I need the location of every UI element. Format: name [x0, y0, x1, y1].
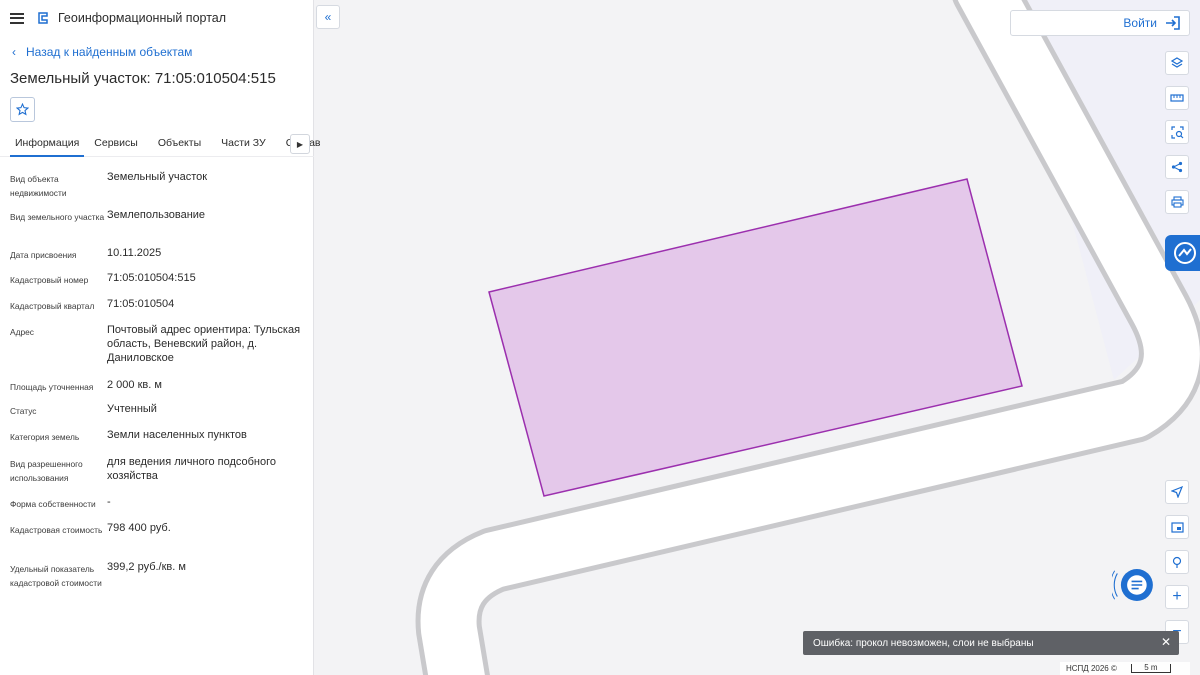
topbar: Геоинформационный портал: [0, 0, 313, 36]
share-icon: [1171, 161, 1183, 173]
property-value: Земли населенных пунктов: [107, 429, 247, 441]
printer-icon: [1170, 196, 1184, 208]
area-select-button[interactable]: [1165, 120, 1189, 144]
property-row: Кадастровый номер 71:05:010504:515: [0, 271, 314, 297]
property-value: для ведения личного подсобного хозяйства: [107, 456, 277, 482]
properties-list: Вид объекта недвижимости Земельный участ…: [0, 170, 314, 605]
minimap-icon: [1170, 521, 1184, 533]
chat-button[interactable]: [1112, 561, 1160, 609]
property-row: Категория земель Земли населенных пункто…: [0, 428, 314, 455]
map-footer: НСПД 2026 © 5 m: [1060, 662, 1190, 675]
property-label: Дата присвоения: [10, 250, 77, 260]
assistant-widget-button[interactable]: [1165, 235, 1200, 271]
property-label: Вид разрешенного использования: [10, 459, 83, 483]
area-select-icon: [1170, 125, 1184, 139]
chat-icon: [1112, 569, 1153, 601]
navigation-arrow-icon: [1171, 486, 1183, 498]
layers-icon: [1171, 57, 1183, 68]
property-value: 399,2 руб./кв. м: [107, 561, 186, 573]
close-icon[interactable]: ✕: [1161, 635, 1171, 649]
minimap-button[interactable]: [1165, 515, 1189, 539]
property-label: Адрес: [10, 327, 34, 337]
property-row: Вид земельного участка Землепользование: [0, 208, 314, 246]
property-label: Вид объекта недвижимости: [10, 174, 67, 198]
login-button[interactable]: Войти: [1010, 10, 1190, 36]
property-label: Кадастровая стоимость: [10, 525, 103, 535]
property-label: Удельный показатель кадастровой стоимост…: [10, 564, 102, 588]
property-row: Площадь уточненная 2 000 кв. м: [0, 378, 314, 402]
print-button[interactable]: [1165, 190, 1189, 214]
ruler-icon: [1170, 94, 1184, 102]
property-value: Земельный участок: [107, 171, 208, 183]
property-value: 10.11.2025: [107, 247, 162, 259]
property-label: Площадь уточненная: [10, 382, 94, 392]
property-value: -: [107, 496, 111, 508]
layers-button[interactable]: [1165, 51, 1189, 75]
property-row: Удельный показатель кадастровой стоимост…: [0, 560, 314, 605]
double-chevron-left-icon: «: [324, 10, 332, 24]
location-search-button[interactable]: [1165, 550, 1189, 574]
zoom-in-button[interactable]: +: [1165, 585, 1189, 609]
property-row: Вид разрешенного использования для веден…: [0, 455, 314, 495]
geolocation-button[interactable]: [1165, 480, 1189, 504]
error-message: Ошибка: прокол невозможен, слои не выбра…: [813, 637, 1034, 649]
star-icon: [16, 103, 29, 116]
back-link-label: Назад к найденным объектам: [26, 45, 193, 59]
property-row: Форма собственности -: [0, 495, 314, 521]
property-row: Статус Учтенный: [0, 402, 314, 428]
error-toast: Ошибка: прокол невозможен, слои не выбра…: [803, 631, 1179, 655]
measure-button[interactable]: [1165, 86, 1189, 110]
tab-info[interactable]: Информация: [10, 130, 85, 157]
tab-objects[interactable]: Объекты: [158, 130, 211, 157]
plus-icon: +: [1172, 588, 1182, 605]
property-label: Категория земель: [10, 432, 80, 442]
copyright: НСПД 2026 ©: [1066, 664, 1117, 673]
favorite-button[interactable]: [10, 97, 35, 122]
scale-bar: 5 m: [1130, 664, 1171, 673]
tabs: Информация Сервисы Объекты Части ЗУ Сост…: [0, 130, 320, 157]
property-value: 71:05:010504:515: [107, 272, 196, 284]
map-canvas[interactable]: [314, 0, 1200, 675]
property-row: Адрес Почтовый адрес ориентира: Тульская…: [0, 323, 314, 378]
property-value: Учтенный: [107, 403, 157, 415]
property-label: Кадастровый квартал: [10, 301, 95, 311]
chevron-right-icon: ▶: [296, 139, 304, 149]
property-row: Дата присвоения 10.11.2025: [0, 246, 314, 271]
location-pin-icon: [1172, 556, 1182, 568]
tab-services[interactable]: Сервисы: [94, 130, 148, 157]
tabs-next-button[interactable]: ▶: [290, 134, 310, 154]
app-title: Геоинформационный портал: [58, 11, 227, 25]
property-label: Форма собственности: [10, 499, 96, 509]
object-title: Земельный участок: 71:05:010504:515: [10, 70, 276, 87]
property-row: Кадастровая стоимость 798 400 руб.: [0, 521, 314, 560]
back-link[interactable]: ‹ Назад к найденным объектам: [0, 36, 313, 68]
menu-icon[interactable]: [10, 12, 24, 24]
property-value: 71:05:010504: [107, 298, 175, 310]
property-row: Вид объекта недвижимости Земельный участ…: [0, 170, 314, 208]
assistant-icon: [1174, 242, 1196, 264]
property-row: Кадастровый квартал 71:05:010504: [0, 297, 314, 323]
login-icon: [1166, 16, 1180, 30]
sidebar: Геоинформационный портал ‹ Назад к найде…: [0, 0, 320, 675]
property-label: Вид земельного участка: [10, 212, 105, 222]
collapse-sidebar-button[interactable]: «: [316, 5, 340, 29]
share-button[interactable]: [1165, 155, 1189, 179]
property-value: 798 400 руб.: [107, 522, 171, 534]
chevron-left-icon: ‹: [12, 45, 16, 59]
property-value: 2 000 кв. м: [107, 379, 162, 391]
property-value: Землепользование: [107, 209, 206, 221]
property-label: Статус: [10, 406, 37, 416]
property-value: Почтовый адрес ориентира: Тульская облас…: [107, 324, 301, 364]
property-label: Кадастровый номер: [10, 275, 89, 285]
map-svg: [314, 0, 1200, 675]
login-label: Войти: [1123, 16, 1157, 30]
portal-logo-icon: [38, 12, 48, 24]
tab-parts[interactable]: Части ЗУ: [221, 130, 276, 157]
